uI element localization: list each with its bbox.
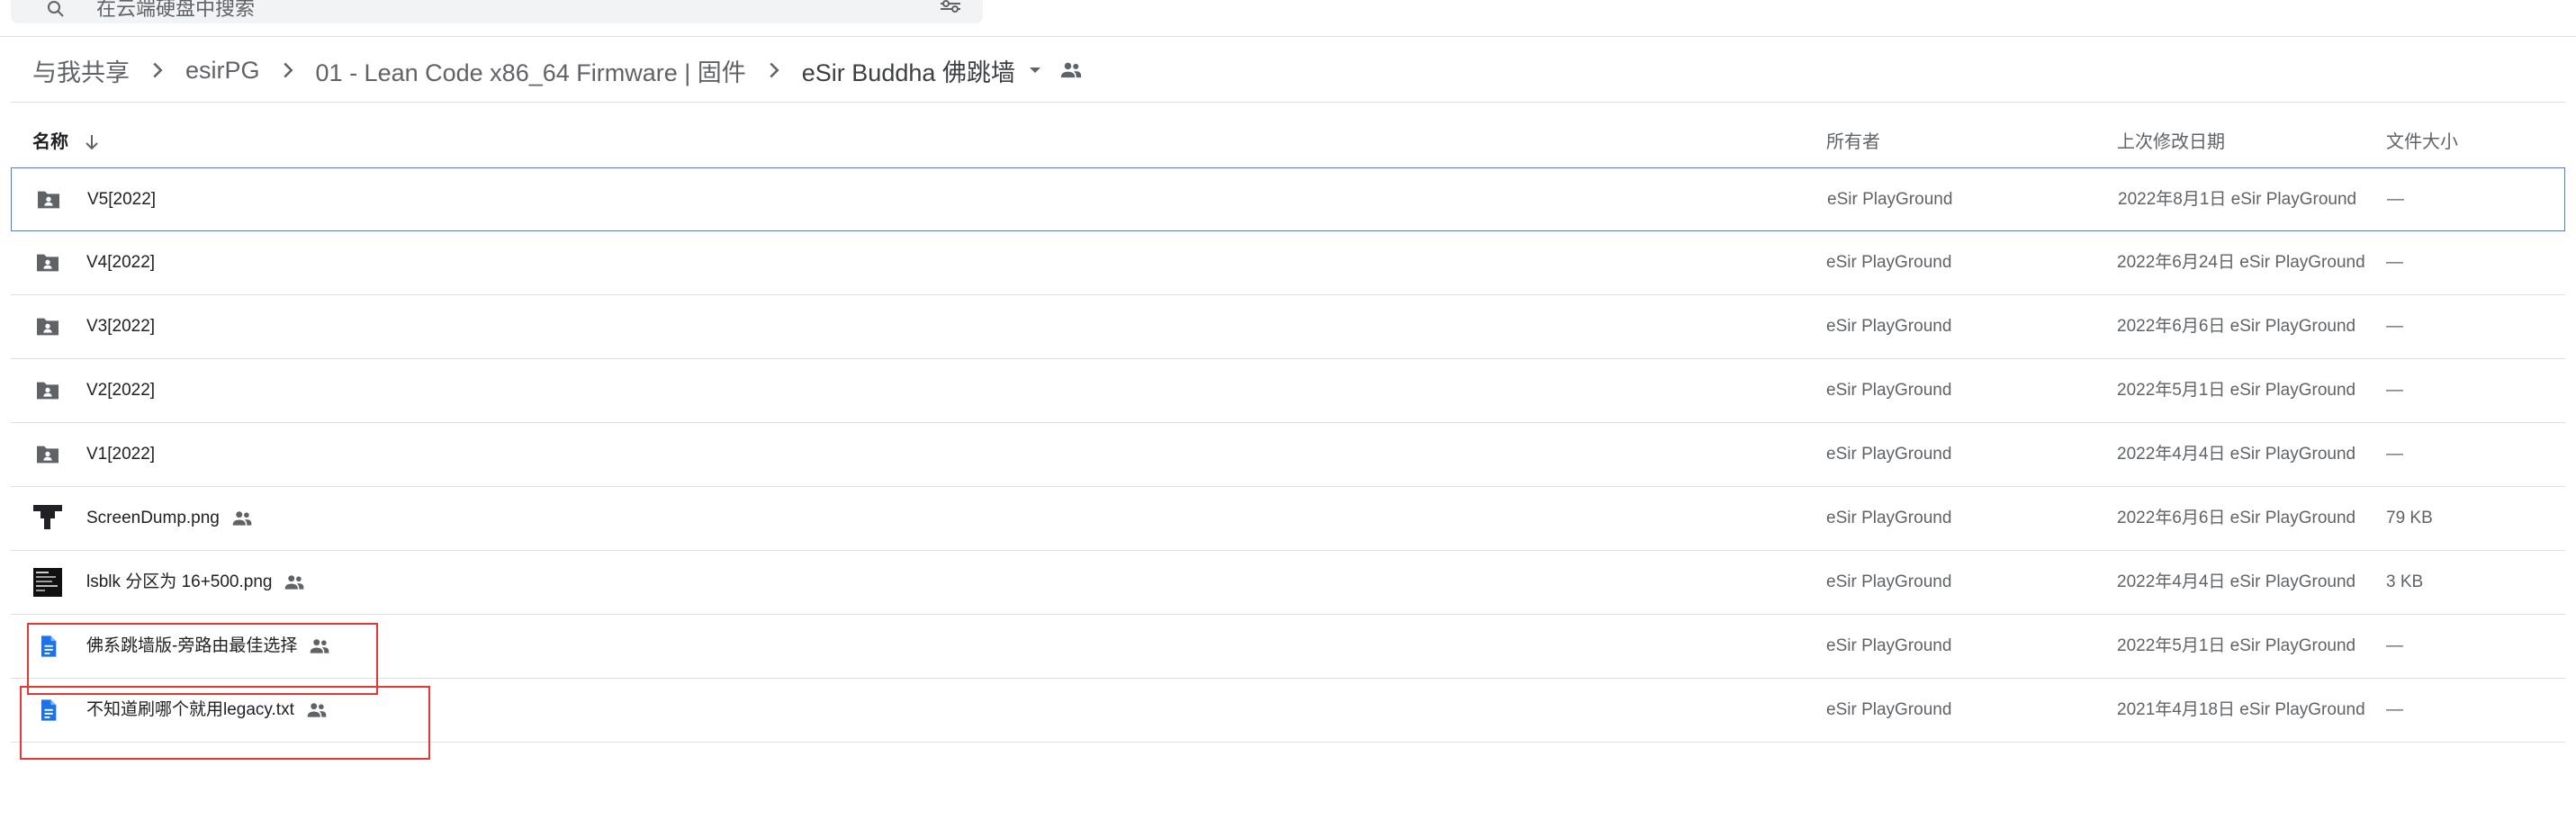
file-name[interactable]: V1[2022] bbox=[86, 443, 155, 466]
file-name[interactable]: ScreenDump.png bbox=[86, 507, 254, 530]
shared-folder-icon bbox=[32, 375, 63, 406]
table-row[interactable]: V3[2022] eSir PlayGround 2022年6月6日 eSir … bbox=[11, 295, 2565, 359]
image-thumbnail-icon bbox=[32, 503, 63, 534]
modified-cell: 2022年4月4日 eSir PlayGround bbox=[2117, 572, 2356, 591]
breadcrumb: 与我共享 esirPG 01 - Lean Code x86_64 Firmwa… bbox=[32, 50, 1084, 91]
size-cell: 3 KB bbox=[2386, 572, 2424, 591]
shared-people-icon[interactable] bbox=[1058, 58, 1084, 83]
size-cell: — bbox=[2387, 190, 2404, 209]
file-name-text: 佛系跳墙版-旁路由最佳选择 bbox=[86, 636, 298, 655]
modified-cell: 2021年4月18日 eSir PlayGround bbox=[2117, 700, 2365, 719]
table-row[interactable]: ScreenDump.png eSir PlayGround 2022年6月6日… bbox=[11, 487, 2565, 551]
owner-cell: eSir PlayGround bbox=[1826, 636, 1952, 655]
owner-cell: eSir PlayGround bbox=[1826, 317, 1952, 336]
owner-cell: eSir PlayGround bbox=[1827, 190, 1953, 209]
size-cell: — bbox=[2386, 700, 2403, 719]
search-input[interactable]: 在云端硬盘中搜索 bbox=[96, 0, 255, 20]
header-name-label: 名称 bbox=[32, 132, 68, 152]
caret-down-icon[interactable] bbox=[1024, 59, 1046, 81]
top-divider bbox=[0, 36, 2576, 37]
search-options-icon[interactable] bbox=[938, 0, 963, 20]
header-last-modified[interactable]: 上次修改日期 bbox=[2117, 131, 2225, 154]
breadcrumb-firmware-folder[interactable]: 01 - Lean Code x86_64 Firmware | 固件 bbox=[316, 50, 746, 92]
size-cell: — bbox=[2386, 636, 2403, 655]
google-doc-icon bbox=[32, 695, 63, 725]
shared-people-icon bbox=[307, 703, 327, 717]
size-cell: — bbox=[2386, 317, 2403, 336]
file-name-text: ScreenDump.png bbox=[86, 509, 220, 527]
search-bar[interactable]: 在云端硬盘中搜索 bbox=[11, 0, 983, 23]
breadcrumb-current-folder[interactable]: eSir Buddha 佛跳墙 bbox=[802, 50, 1015, 92]
modified-cell: 2022年6月6日 eSir PlayGround bbox=[2117, 509, 2356, 527]
size-cell: — bbox=[2386, 381, 2403, 400]
header-file-size[interactable]: 文件大小 bbox=[2386, 131, 2458, 154]
owner-cell: eSir PlayGround bbox=[1826, 381, 1952, 400]
owner-cell: eSir PlayGround bbox=[1826, 572, 1952, 591]
owner-cell: eSir PlayGround bbox=[1826, 509, 1952, 527]
table-row[interactable]: V2[2022] eSir PlayGround 2022年5月1日 eSir … bbox=[11, 359, 2565, 423]
table-header: 名称 所有者 上次修改日期 文件大小 bbox=[0, 122, 2576, 163]
shared-people-icon bbox=[232, 511, 252, 526]
owner-cell: eSir PlayGround bbox=[1826, 700, 1952, 719]
shared-folder-icon bbox=[32, 311, 63, 342]
file-name-text: V4[2022] bbox=[86, 253, 156, 272]
search-icon[interactable] bbox=[45, 0, 67, 20]
header-name[interactable]: 名称 bbox=[32, 131, 103, 154]
shared-people-icon bbox=[285, 575, 304, 590]
file-name[interactable]: V5[2022] bbox=[87, 188, 156, 212]
chevron-right-icon bbox=[153, 62, 163, 78]
modified-cell: 2022年5月1日 eSir PlayGround bbox=[2117, 381, 2356, 400]
file-name[interactable]: V4[2022] bbox=[86, 251, 155, 275]
table-row[interactable]: V4[2022] eSir PlayGround 2022年6月24日 eSir… bbox=[11, 231, 2565, 295]
arrow-down-icon[interactable] bbox=[81, 131, 103, 153]
modified-cell: 2022年4月4日 eSir PlayGround bbox=[2117, 445, 2356, 464]
breadcrumb-shared-with-me[interactable]: 与我共享 bbox=[32, 50, 130, 92]
modified-cell: 2022年8月1日 eSir PlayGround bbox=[2118, 190, 2357, 209]
file-name[interactable]: V3[2022] bbox=[86, 315, 155, 338]
modified-cell: 2022年6月24日 eSir PlayGround bbox=[2117, 253, 2365, 272]
file-name[interactable]: 不知道刷哪个就用legacy.txt bbox=[86, 698, 329, 722]
file-name-text: V2[2022] bbox=[86, 381, 156, 400]
size-cell: — bbox=[2386, 445, 2403, 464]
file-name-text: V3[2022] bbox=[86, 317, 156, 336]
file-name[interactable]: lsblk 分区为 16+500.png bbox=[86, 571, 306, 594]
size-cell: — bbox=[2386, 253, 2403, 272]
table-row[interactable]: V1[2022] eSir PlayGround 2022年4月4日 eSir … bbox=[11, 423, 2565, 487]
chevron-right-icon bbox=[283, 62, 293, 78]
table-row[interactable]: lsblk 分区为 16+500.png eSir PlayGround 202… bbox=[11, 551, 2565, 615]
table-row[interactable]: 佛系跳墙版-旁路由最佳选择 eSir PlayGround 2022年5月1日 … bbox=[11, 615, 2565, 679]
shared-folder-icon bbox=[33, 185, 64, 215]
breadcrumb-esirpg[interactable]: esirPG bbox=[185, 53, 260, 88]
file-name[interactable]: V2[2022] bbox=[86, 379, 155, 402]
shared-folder-icon bbox=[32, 439, 63, 470]
file-name[interactable]: 佛系跳墙版-旁路由最佳选择 bbox=[86, 635, 331, 658]
table-row[interactable]: 不知道刷哪个就用legacy.txt eSir PlayGround 2021年… bbox=[11, 679, 2565, 743]
file-name-text: 不知道刷哪个就用legacy.txt bbox=[86, 700, 294, 719]
table-row[interactable]: V5[2022] eSir PlayGround 2022年8月1日 eSir … bbox=[11, 167, 2565, 231]
size-cell: 79 KB bbox=[2386, 509, 2433, 527]
terminal-thumbnail-icon bbox=[32, 567, 63, 598]
file-name-text: lsblk 分区为 16+500.png bbox=[86, 572, 273, 591]
owner-cell: eSir PlayGround bbox=[1826, 253, 1952, 272]
modified-cell: 2022年6月6日 eSir PlayGround bbox=[2117, 317, 2356, 336]
file-name-text: V1[2022] bbox=[86, 445, 156, 464]
modified-cell: 2022年5月1日 eSir PlayGround bbox=[2117, 636, 2356, 655]
file-list: V5[2022] eSir PlayGround 2022年8月1日 eSir … bbox=[11, 167, 2565, 743]
google-doc-icon bbox=[32, 631, 63, 662]
shared-folder-icon bbox=[32, 248, 63, 278]
owner-cell: eSir PlayGround bbox=[1826, 445, 1952, 464]
file-name-text: V5[2022] bbox=[87, 190, 157, 209]
header-owner[interactable]: 所有者 bbox=[1826, 131, 1880, 154]
shared-people-icon bbox=[311, 639, 329, 653]
breadcrumb-divider bbox=[11, 102, 2565, 103]
chevron-right-icon bbox=[770, 62, 779, 78]
